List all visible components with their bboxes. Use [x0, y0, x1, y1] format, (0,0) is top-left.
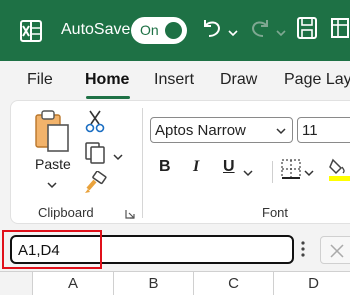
column-header-c[interactable]: C	[194, 272, 274, 295]
tab-page-layout[interactable]: Page Lay	[284, 71, 350, 89]
paste-icon[interactable]	[33, 109, 71, 158]
font-tools-separator	[272, 161, 273, 183]
font-size-value: 11	[302, 122, 318, 139]
autosave-label: AutoSave	[61, 21, 131, 38]
column-header-b[interactable]: B	[114, 272, 194, 295]
fill-color-icon[interactable]	[327, 156, 350, 187]
font-name-dropdown-icon[interactable]	[276, 127, 286, 135]
paste-dropdown-icon[interactable]	[47, 176, 57, 194]
save-icon[interactable]	[296, 16, 318, 45]
undo-dropdown-icon[interactable]	[228, 24, 238, 42]
bold-button[interactable]: B	[159, 158, 171, 176]
tab-draw[interactable]: Draw	[220, 71, 257, 89]
font-name-value: Aptos Narrow	[155, 122, 246, 139]
underline-button[interactable]: U	[223, 158, 235, 176]
select-all-corner[interactable]	[0, 272, 33, 295]
cancel-formula-button[interactable]	[320, 236, 350, 264]
column-headers: A B C D	[0, 271, 350, 295]
clipboard-launcher-icon[interactable]	[125, 206, 135, 224]
italic-button[interactable]: I	[193, 158, 199, 176]
borders-icon[interactable]	[281, 159, 301, 184]
active-tab-indicator	[86, 96, 130, 99]
copy-icon[interactable]	[83, 141, 107, 170]
tab-home[interactable]: Home	[85, 71, 129, 89]
redo-dropdown-icon[interactable]	[276, 24, 286, 42]
font-size-select[interactable]: 11	[297, 117, 350, 143]
ribbon-panel: Paste Clipboard Aptos Narrow 11 B I U Fo…	[10, 100, 350, 224]
autosave-toggle[interactable]: On	[131, 17, 187, 44]
cut-icon[interactable]	[85, 109, 105, 138]
format-painter-icon[interactable]	[83, 170, 107, 200]
paste-label[interactable]: Paste	[35, 156, 71, 172]
excel-logo-icon	[20, 20, 42, 47]
toggle-knob	[165, 22, 182, 39]
quick-access-icon[interactable]	[330, 16, 350, 45]
font-name-select[interactable]: Aptos Narrow	[150, 117, 293, 143]
ribbon-tabs: File Home Insert Draw Page Lay	[0, 61, 350, 101]
name-box-highlight	[2, 230, 102, 269]
redo-icon[interactable]	[248, 16, 272, 45]
title-bar: AutoSave On	[0, 0, 350, 61]
tab-file[interactable]: File	[27, 71, 53, 89]
column-header-a[interactable]: A	[33, 272, 114, 295]
ribbon-group-separator	[142, 108, 143, 218]
copy-dropdown-icon[interactable]	[113, 148, 123, 166]
tab-insert[interactable]: Insert	[154, 71, 194, 89]
underline-dropdown-icon[interactable]	[243, 164, 253, 182]
close-icon	[330, 244, 344, 258]
borders-dropdown-icon[interactable]	[304, 164, 314, 182]
font-group-label: Font	[262, 205, 289, 220]
clipboard-group-label: Clipboard	[38, 205, 94, 220]
more-options-icon[interactable]	[300, 240, 306, 263]
autosave-toggle-state: On	[140, 22, 159, 38]
undo-icon[interactable]	[200, 16, 224, 45]
column-header-d[interactable]: D	[274, 272, 350, 295]
